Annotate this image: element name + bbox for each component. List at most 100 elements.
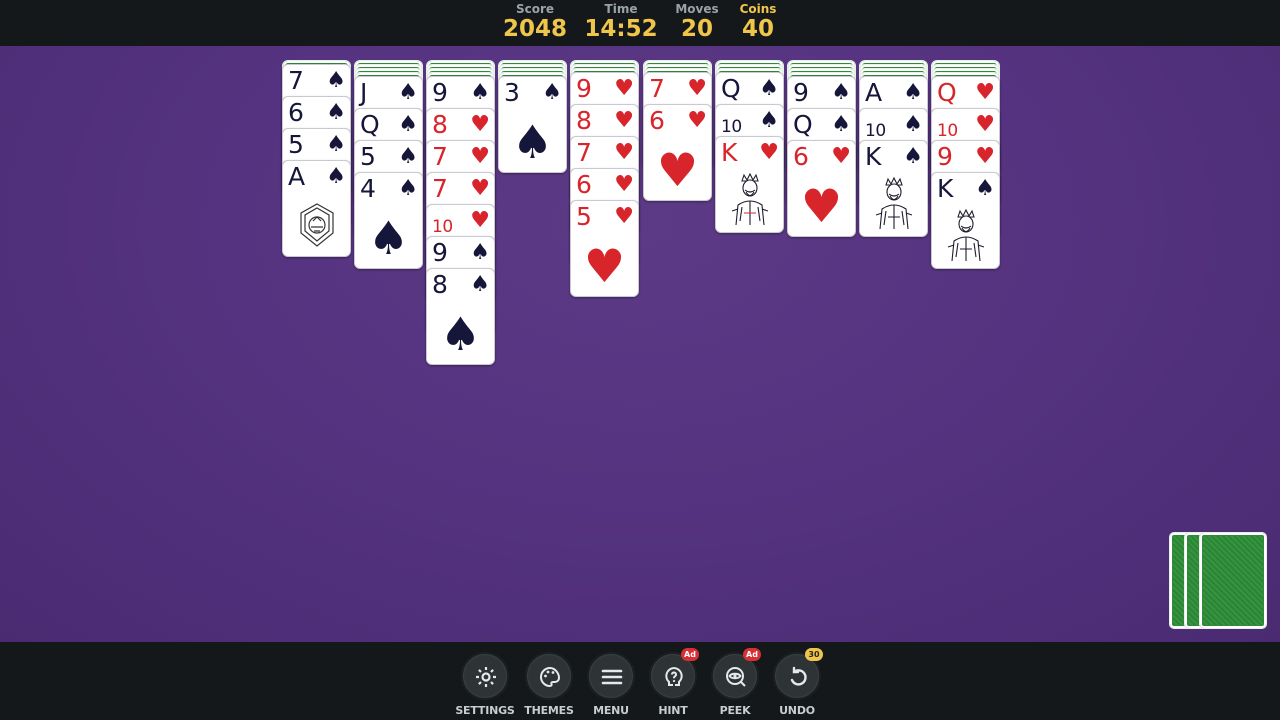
card-rank: 5 — [288, 130, 304, 159]
heart-suit-icon: ♥ — [470, 176, 490, 201]
card-rank: 9 — [432, 238, 448, 267]
card-rank: 8 — [576, 106, 592, 135]
score-value: 2048 — [502, 16, 567, 42]
undo-icon[interactable]: 30 — [773, 648, 823, 700]
eye-icon[interactable]: Ad — [711, 648, 761, 700]
playing-card[interactable]: 6 ♥ ♥ — [787, 140, 856, 237]
playing-card[interactable]: 3 ♠ ♠ — [498, 76, 567, 173]
card-rank: 5 — [576, 202, 592, 231]
spade-suit-icon: ♠ — [759, 108, 779, 133]
heart-suit-icon: ♥ — [759, 140, 779, 165]
coins-label: Coins — [739, 2, 777, 16]
hint-badge: Ad — [681, 648, 699, 661]
heart-center-icon: ♥ — [656, 143, 699, 197]
card-rank: Q — [937, 78, 957, 107]
spade-suit-icon: ♠ — [326, 68, 346, 93]
spade-center-icon: ♠ — [367, 211, 410, 265]
score-label: Score — [515, 2, 555, 16]
spade-suit-icon: ♠ — [398, 80, 418, 105]
spade-suit-icon: ♠ — [831, 80, 851, 105]
spade-suit-icon: ♠ — [975, 176, 995, 201]
card-rank: Q — [360, 110, 380, 139]
spade-suit-icon: ♠ — [759, 76, 779, 101]
hamburger-icon[interactable] — [587, 652, 635, 700]
card-rank: 7 — [288, 66, 304, 95]
bottom-toolbar: SETTINGS THEMES MENU Ad HINT Ad PEEK 30 UNDO — [0, 642, 1280, 720]
card-rank: 7 — [576, 138, 592, 167]
king-court-art — [932, 207, 999, 265]
king-portrait-icon — [947, 208, 984, 262]
playing-card[interactable]: K ♥ — [715, 136, 784, 233]
king-court-art — [860, 175, 927, 233]
ace-emblem-art — [283, 201, 350, 256]
spade-suit-icon: ♠ — [398, 144, 418, 169]
card-rank: 7 — [432, 142, 448, 171]
card-rank: 3 — [504, 78, 520, 107]
coins-stat: Coins 40 — [713, 2, 803, 42]
playing-card[interactable]: K ♠ — [859, 140, 928, 237]
heart-suit-icon: ♥ — [614, 108, 634, 133]
spade-suit-icon: ♠ — [470, 80, 490, 105]
heart-suit-icon: ♥ — [470, 208, 490, 233]
card-rank: Q — [793, 110, 813, 139]
heart-suit-icon: ♥ — [831, 144, 851, 169]
gear-icon[interactable] — [461, 652, 509, 700]
peek-button[interactable]: Ad PEEK — [700, 648, 770, 717]
spade-suit-icon: ♠ — [542, 80, 562, 105]
card-rank: A — [288, 162, 306, 191]
undo-badge: 30 — [805, 648, 823, 661]
card-rank: 8 — [432, 110, 448, 139]
card-rank: 7 — [649, 74, 665, 103]
menu-button[interactable]: MENU — [576, 652, 646, 717]
spade-suit-icon: ♠ — [470, 272, 490, 297]
spade-suit-icon: ♠ — [326, 100, 346, 125]
heart-center-icon: ♥ — [800, 179, 843, 233]
heart-suit-icon: ♥ — [614, 204, 634, 229]
king-portrait-icon — [731, 172, 768, 226]
heart-suit-icon: ♥ — [470, 144, 490, 169]
card-rank: 8 — [432, 270, 448, 299]
palette-icon[interactable] — [525, 652, 573, 700]
king-court-art — [716, 171, 783, 229]
heart-suit-icon: ♥ — [470, 112, 490, 137]
settings-button[interactable]: SETTINGS — [450, 652, 520, 717]
card-rank: 6 — [288, 98, 304, 127]
stock-card-back[interactable] — [1199, 532, 1267, 629]
spade-suit-icon: ♠ — [831, 112, 851, 137]
score-stat: Score 2048 — [490, 2, 580, 42]
playing-card[interactable]: 8 ♠ ♠ — [426, 268, 495, 365]
heart-suit-icon: ♥ — [614, 76, 634, 101]
themes-button[interactable]: THEMES — [514, 652, 584, 717]
spade-suit-icon: ♠ — [470, 240, 490, 265]
playing-card[interactable]: A ♠ — [282, 160, 351, 257]
spade-center-icon: ♠ — [511, 115, 554, 169]
playing-card[interactable]: K ♠ — [931, 172, 1000, 269]
card-rank: Q — [721, 74, 741, 103]
card-rank: 9 — [576, 74, 592, 103]
game-table: 7 ♠ 6 ♠ 5 ♠ A ♠ J ♠ Q ♠ 5 ♠ 4 ♠ ♠ 9 ♠ 8 ♥ 7 ♥ 7 ♥ 10 ♥ 9 ♠ 8 ♠ ♠ 3 ♠ ♠ 9 ♥ 8 ♥… — [0, 46, 1280, 642]
peek-label: PEEK — [719, 704, 751, 717]
playing-card[interactable]: 5 ♥ ♥ — [570, 200, 639, 297]
card-rank: 6 — [793, 142, 809, 171]
spade-suit-icon: ♠ — [903, 144, 923, 169]
heart-suit-icon: ♥ — [975, 80, 995, 105]
card-rank: 7 — [432, 174, 448, 203]
hint-button[interactable]: Ad HINT — [638, 648, 708, 717]
spade-suit-icon: ♠ — [398, 176, 418, 201]
spade-suit-icon: ♠ — [326, 132, 346, 157]
undo-button[interactable]: 30 UNDO — [762, 648, 832, 717]
playing-card[interactable]: 6 ♥ ♥ — [643, 104, 712, 201]
card-rank: 9 — [432, 78, 448, 107]
spade-suit-icon: ♠ — [903, 112, 923, 137]
hint-label: HINT — [658, 704, 688, 717]
coins-value: 40 — [741, 16, 774, 42]
card-rank: K — [937, 174, 954, 203]
heart-center-icon: ♥ — [583, 239, 626, 293]
playing-card[interactable]: 4 ♠ ♠ — [354, 172, 423, 269]
card-rank: J — [360, 78, 368, 107]
heart-suit-icon: ♥ — [614, 172, 634, 197]
heart-suit-icon: ♥ — [975, 112, 995, 137]
hint-icon[interactable]: Ad — [649, 648, 699, 700]
heart-suit-icon: ♥ — [614, 140, 634, 165]
top-status-bar: Score 2048 Time 14:52 Moves 20 Coins 40 — [0, 0, 1280, 46]
